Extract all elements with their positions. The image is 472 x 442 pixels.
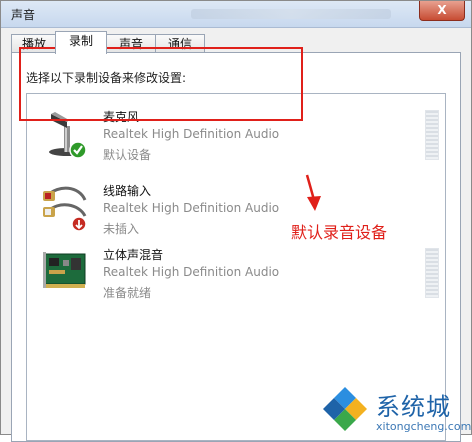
device-driver: Realtek High Definition Audio (103, 265, 280, 279)
watermark-logo-icon (323, 387, 367, 431)
annotation-highlight-box (19, 47, 303, 121)
sound-dialog: 声音 X 播放 录制 声音 通信 选择以下录制设备来修改设置: 麦克风 Real… (0, 0, 472, 442)
device-name: 线路输入 (103, 184, 152, 198)
line-in-icon (43, 186, 87, 232)
tab-recording[interactable]: 录制 (55, 31, 107, 54)
annotation-label: 默认录音设备 (291, 223, 388, 242)
device-status: 默认设备 (103, 148, 152, 162)
level-meter (425, 248, 439, 298)
watermark: 系统城 xitongcheng.com (318, 379, 472, 436)
blurred-caption (191, 9, 391, 19)
level-meter (425, 110, 439, 160)
watermark-brand: 系统城 (376, 393, 451, 421)
list-item-stereo-mix[interactable]: 立体声混音 Realtek High Definition Audio 准备就绪 (27, 238, 445, 302)
device-status: 准备就绪 (103, 286, 152, 300)
device-status: 未插入 (103, 222, 140, 236)
device-driver: Realtek High Definition Audio (103, 127, 280, 141)
watermark-url: xitongcheng.com (376, 420, 472, 433)
close-button[interactable]: X (419, 1, 465, 21)
window-title: 声音 (11, 8, 36, 22)
device-driver: Realtek High Definition Audio (103, 201, 280, 215)
annotation-arrow-icon (305, 174, 321, 211)
title-bar[interactable]: 声音 X (1, 1, 471, 28)
sound-card-icon (43, 252, 86, 288)
device-name: 立体声混音 (103, 248, 164, 262)
